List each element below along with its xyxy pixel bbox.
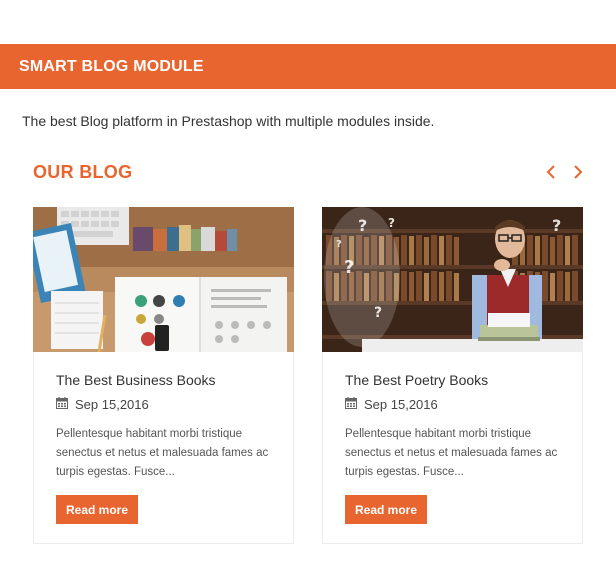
chevron-left-icon[interactable]: [544, 163, 560, 181]
blog-post-title[interactable]: The Best Business Books: [56, 372, 216, 388]
blog-post-image[interactable]: ? ? ? ? ? ?: [322, 207, 583, 352]
module-banner: SMART BLOG MODULE: [0, 44, 616, 89]
blog-post-date: Sep 15,2016: [56, 397, 149, 412]
calendar-icon: [56, 397, 68, 412]
read-more-button[interactable]: Read more: [56, 495, 138, 524]
blog-post-title[interactable]: The Best Poetry Books: [345, 372, 488, 388]
svg-text:?: ?: [344, 257, 354, 278]
svg-text:?: ?: [358, 216, 367, 235]
blog-post-date-text: Sep 15,2016: [75, 397, 149, 412]
module-description: The best Blog platform in Prestashop wit…: [22, 113, 435, 129]
blog-post-card: The Best Business Books Sep 15,2016 Pell…: [33, 207, 294, 544]
svg-text:?: ?: [388, 216, 395, 230]
blog-post-card: ? ? ? ? ? ? The Best Poetry Books Sep 15…: [322, 207, 583, 544]
calendar-icon: [345, 397, 357, 412]
blog-post-image[interactable]: [33, 207, 294, 352]
blog-post-date-text: Sep 15,2016: [364, 397, 438, 412]
svg-text:?: ?: [374, 305, 382, 321]
blog-heading: OUR BLOG: [33, 162, 133, 182]
chevron-right-icon[interactable]: [570, 163, 586, 181]
banner-title: SMART BLOG MODULE: [19, 57, 204, 75]
read-more-button[interactable]: Read more: [345, 495, 427, 524]
blog-post-date: Sep 15,2016: [345, 397, 438, 412]
blog-post-excerpt: Pellentesque habitant morbi tristique se…: [56, 428, 269, 478]
svg-text:?: ?: [552, 216, 561, 235]
svg-text:?: ?: [336, 239, 342, 250]
blog-post-excerpt: Pellentesque habitant morbi tristique se…: [345, 428, 558, 478]
